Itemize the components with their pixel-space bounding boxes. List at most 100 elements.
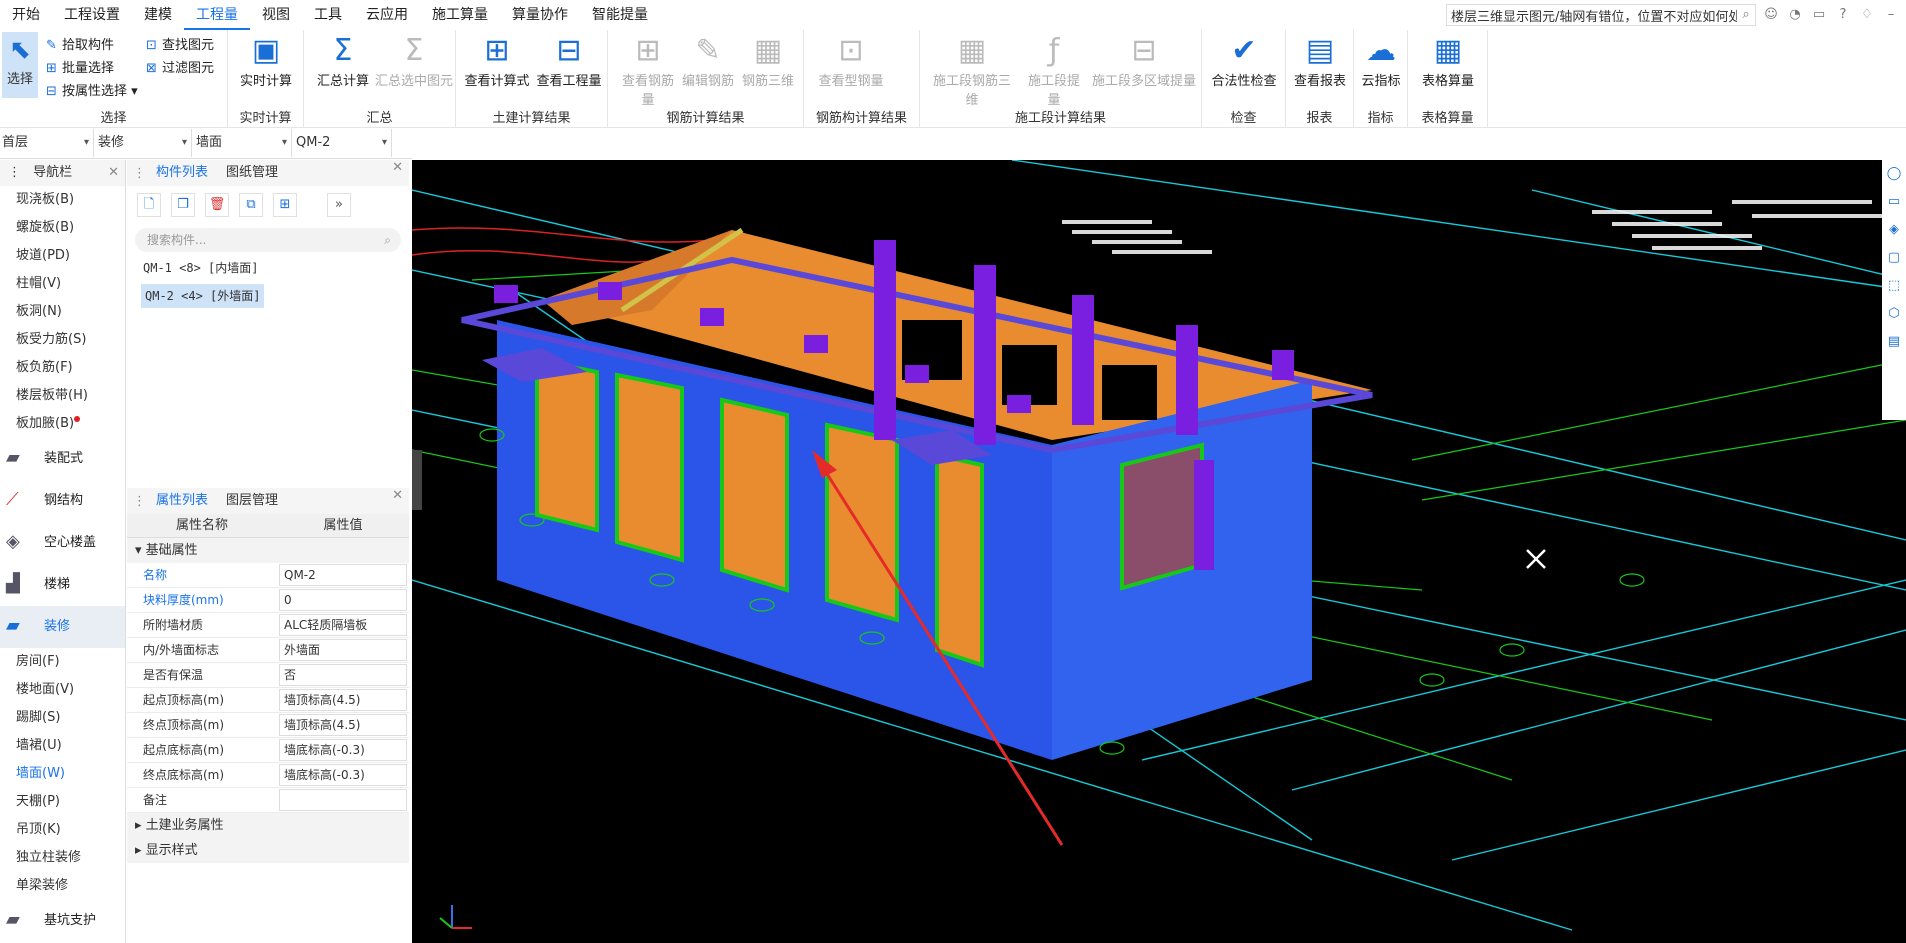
property-value-field[interactable]: 墙顶标高(4.5): [279, 714, 407, 736]
close-icon[interactable]: ✕: [392, 160, 403, 175]
nav-cat-decoration[interactable]: ▰ 装修: [0, 606, 125, 648]
tab-property-list[interactable]: 属性列表: [146, 488, 216, 514]
property-value-field[interactable]: QM-2: [279, 564, 407, 586]
menu-smart[interactable]: 智能提量: [580, 0, 660, 30]
attr-select-button[interactable]: ⊟ 按属性选择 ▾: [46, 80, 138, 99]
nav-item-wall-face[interactable]: 墙面(W): [0, 760, 125, 788]
select-button[interactable]: ⬉ 选择: [2, 32, 38, 98]
import-icon[interactable]: ⊞: [273, 193, 297, 217]
property-value-field[interactable]: ALC轻质隔墙板: [279, 614, 407, 636]
nav-item-floor[interactable]: 楼地面(V): [0, 676, 125, 704]
section-civil[interactable]: ▸ 土建业务属性: [127, 813, 409, 838]
nav-item-slab-hole[interactable]: 板洞(N): [0, 298, 125, 326]
section-basic[interactable]: ▾ 基础属性: [127, 538, 409, 563]
floor-select[interactable]: 首层: [0, 129, 94, 157]
nav-item-column-cap[interactable]: 柱帽(V): [0, 270, 125, 298]
realtime-calc-button[interactable]: ▣ 实时计算: [234, 32, 298, 100]
rebar-3d-button[interactable]: ▦ 钢筋三维: [738, 32, 798, 100]
close-icon[interactable]: ✕: [392, 488, 403, 503]
component-select[interactable]: QM-2: [292, 129, 392, 157]
batch-select-button[interactable]: ⊞ 批量选择: [46, 57, 114, 76]
drag-grip-icon[interactable]: ⋮: [127, 494, 146, 509]
close-icon[interactable]: ✕: [108, 160, 119, 186]
shirt-icon[interactable]: ♢: [1858, 6, 1876, 24]
nav-cat-prefab[interactable]: ▰ 装配式: [0, 438, 125, 480]
drag-grip-icon[interactable]: ⋮: [8, 165, 21, 180]
duplicate-icon[interactable]: ⧉: [239, 193, 263, 217]
component-item-qm1[interactable]: QM-1 <8> [内墙面]: [141, 256, 395, 280]
property-value-field[interactable]: 否: [279, 664, 407, 686]
user-icon[interactable]: ☺: [1762, 6, 1780, 24]
menu-collab[interactable]: 算量协作: [500, 0, 580, 30]
nav-cat-pit[interactable]: ▰ 基坑支护: [0, 900, 125, 942]
view-quantity-button[interactable]: ⊟ 查看工程量: [534, 32, 604, 100]
nav-item-neg-rebar[interactable]: 板负筋(F): [0, 354, 125, 382]
edit-rebar-button[interactable]: ✎ 编辑钢筋: [680, 32, 736, 100]
summary-calc-button[interactable]: Σ 汇总计算: [312, 32, 374, 100]
nav-item-dado[interactable]: 墙裙(U): [0, 732, 125, 760]
stage-extract-button[interactable]: ƒ 施工段提量: [1022, 32, 1086, 108]
nav-cat-steel[interactable]: ⟋ 钢结构: [0, 480, 125, 522]
tablet-icon[interactable]: ▭: [1810, 6, 1828, 24]
component-item-qm2[interactable]: QM-2 <4> [外墙面]: [141, 284, 265, 308]
search-icon[interactable]: ⌕: [1737, 6, 1755, 24]
menu-cloud[interactable]: 云应用: [354, 0, 420, 30]
orbit-icon[interactable]: ◯: [1882, 160, 1906, 188]
tab-drawing-manage[interactable]: 图纸管理: [216, 160, 286, 186]
table-quantity-button[interactable]: ▦ 表格算量: [1414, 32, 1482, 100]
property-value-field[interactable]: 0: [279, 589, 407, 611]
nav-item-room[interactable]: 房间(F): [0, 648, 125, 676]
nav-item-slab-rebar[interactable]: 板受力筋(S): [0, 326, 125, 354]
menu-tools[interactable]: 工具: [302, 0, 354, 30]
property-value-field[interactable]: [279, 789, 407, 811]
property-value-field[interactable]: 墙底标高(-0.3): [279, 764, 407, 786]
menu-construction[interactable]: 施工算量: [420, 0, 500, 30]
3d-viewport[interactable]: [412, 160, 1906, 943]
minimize-icon[interactable]: –: [1882, 6, 1900, 24]
view-formula-button[interactable]: ⊞ 查看计算式: [462, 32, 532, 100]
drag-grip-icon[interactable]: ⋮: [127, 166, 146, 181]
property-value-field[interactable]: 墙底标高(-0.3): [279, 739, 407, 761]
nav-item-suspended-ceiling[interactable]: 吊顶(K): [0, 816, 125, 844]
view-2d-icon[interactable]: ▭: [1882, 188, 1906, 216]
layer-icon[interactable]: ▤: [1882, 328, 1906, 356]
type-select[interactable]: 墙面: [192, 129, 292, 157]
nav-item-spiral-slab[interactable]: 螺旋板(B): [0, 214, 125, 242]
find-element-button[interactable]: ⊡ 查找图元: [146, 34, 214, 53]
collapse-handle[interactable]: [412, 450, 422, 510]
summary-selected-button[interactable]: Σ 汇总选中图元: [374, 32, 454, 100]
legal-check-button[interactable]: ✔ 合法性检查: [1208, 32, 1280, 100]
nav-cat-stairs[interactable]: ▟ 楼梯: [0, 564, 125, 606]
stage-multi-button[interactable]: ⊟ 施工段多区域提量: [1090, 32, 1198, 100]
view-report-button[interactable]: ▤ 查看报表: [1290, 32, 1350, 100]
viewport-canvas[interactable]: [412, 160, 1906, 943]
menu-modeling[interactable]: 建模: [132, 0, 184, 30]
copy-icon[interactable]: ❐: [171, 193, 195, 217]
tab-layer-manage[interactable]: 图层管理: [216, 488, 286, 514]
stage-rebar-3d-button[interactable]: ▦ 施工段钢筋三维: [928, 32, 1016, 108]
pick-component-button[interactable]: ✎ 拾取构件: [46, 34, 114, 53]
headset-icon[interactable]: ◔: [1786, 6, 1804, 24]
view-steel-button[interactable]: ⊡ 查看型钢量: [816, 32, 886, 100]
nav-item-beam-deco[interactable]: 单梁装修: [0, 872, 125, 900]
menu-quantity[interactable]: 工程量: [184, 0, 250, 30]
help-icon[interactable]: ?: [1834, 6, 1852, 24]
tab-component-list[interactable]: 构件列表: [146, 160, 216, 186]
nav-item-skirting[interactable]: 踢脚(S): [0, 704, 125, 732]
help-search-input[interactable]: 楼层三维显示图元/轴网有错位，位置不对应如何处理? ⌕: [1446, 4, 1756, 26]
nav-item-ramp[interactable]: 坡道(PD): [0, 242, 125, 270]
filter-element-button[interactable]: ⊠ 过滤图元: [146, 57, 214, 76]
menu-view[interactable]: 视图: [250, 0, 302, 30]
view-rebar-button[interactable]: ⊞ 查看钢筋量: [616, 32, 680, 108]
category-select[interactable]: 装修: [94, 129, 192, 157]
nav-cat-hollow[interactable]: ◈ 空心楼盖: [0, 522, 125, 564]
menu-start[interactable]: 开始: [0, 0, 52, 30]
more-icon[interactable]: »: [327, 193, 351, 217]
cloud-index-button[interactable]: ☁ 云指标: [1356, 32, 1406, 100]
nav-item-slab-strip[interactable]: 楼层板带(H): [0, 382, 125, 410]
property-value-field[interactable]: 墙顶标高(4.5): [279, 689, 407, 711]
nav-item-slab-haunch[interactable]: 板加腋(B): [0, 410, 125, 438]
nav-item-column-deco[interactable]: 独立柱装修: [0, 844, 125, 872]
section-display[interactable]: ▸ 显示样式: [127, 838, 409, 863]
cube-view-icon[interactable]: ▢: [1882, 244, 1906, 272]
